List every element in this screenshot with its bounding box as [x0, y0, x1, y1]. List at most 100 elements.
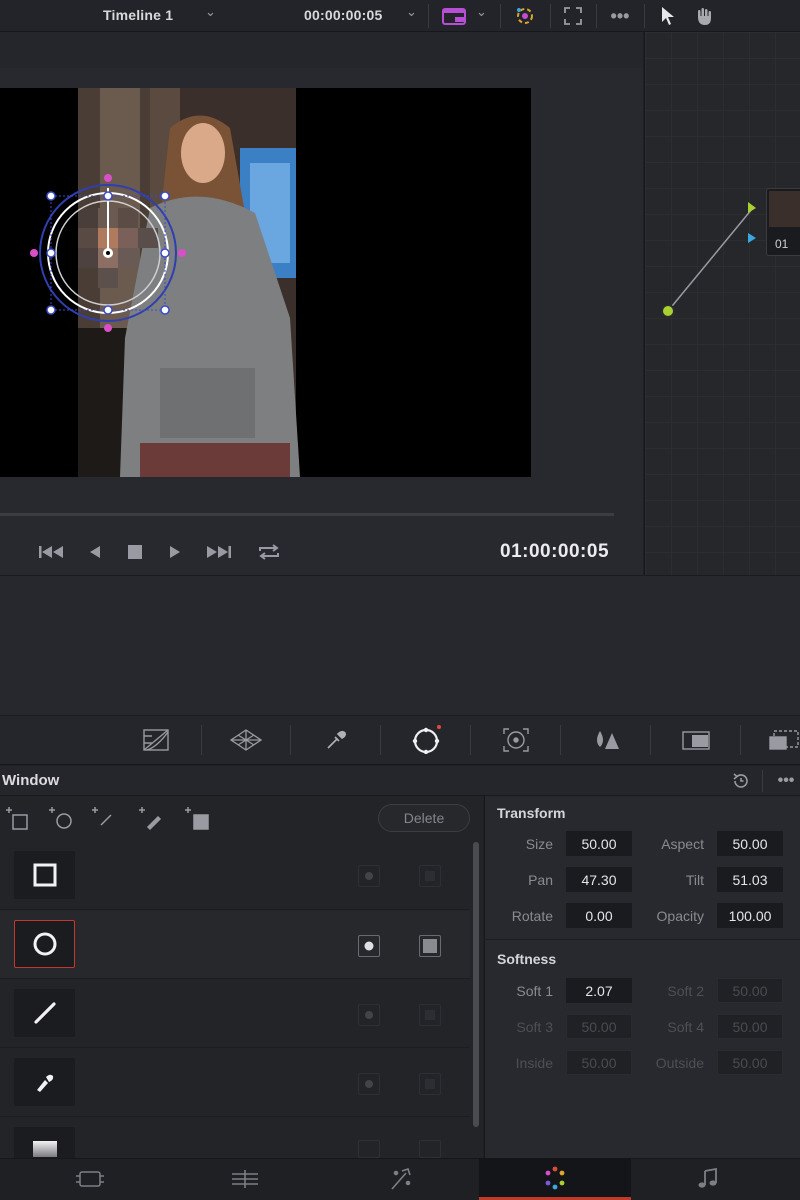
nav-fusion[interactable] — [360, 1158, 440, 1200]
window-list-scrollbar[interactable] — [473, 842, 479, 1127]
timecode-display[interactable]: 00:00:00:05 — [304, 7, 382, 23]
chevron-down-icon[interactable]: ⌄ — [476, 4, 487, 20]
color-page-icon — [545, 1166, 565, 1189]
add-pen-window-icon[interactable] — [136, 804, 166, 832]
add-square-window-icon[interactable] — [4, 804, 32, 832]
linear-icon — [33, 1002, 56, 1024]
curves-icon[interactable] — [140, 726, 172, 754]
node-01[interactable]: 01 — [766, 188, 800, 256]
jump-to-end-icon[interactable] — [204, 542, 232, 562]
media-page-icon — [76, 1171, 104, 1187]
timeline-scrubber[interactable] — [0, 513, 614, 516]
add-circle-window-icon[interactable] — [46, 804, 76, 832]
square-window-button[interactable] — [14, 851, 75, 899]
header-divider — [762, 770, 763, 792]
palette-divider — [380, 725, 381, 755]
circle-window-overlay — [30, 174, 186, 332]
palette-divider — [470, 725, 471, 755]
tilt-field[interactable]: 51.03 — [717, 867, 783, 892]
soft3-field[interactable]: 50.00 — [566, 1014, 632, 1039]
size-label: Size — [525, 836, 553, 852]
opacity-field[interactable]: 100.00 — [717, 903, 783, 928]
more-options-icon[interactable]: ••• — [606, 6, 634, 26]
nav-fairlight[interactable] — [668, 1158, 748, 1200]
jump-to-start-icon[interactable] — [38, 542, 66, 562]
stop-icon[interactable] — [126, 542, 144, 562]
empty-panel — [0, 575, 800, 715]
pan-field[interactable]: 47.30 — [566, 867, 632, 892]
play-reverse-icon[interactable] — [86, 542, 104, 562]
soft2-field[interactable]: 50.00 — [717, 978, 783, 1003]
inside-field[interactable]: 50.00 — [566, 1050, 632, 1075]
circle-window-button[interactable] — [14, 920, 75, 968]
timeline-name-dropdown[interactable]: Timeline 1 — [103, 7, 173, 23]
aspect-field[interactable]: 50.00 — [717, 831, 783, 856]
window-enable-toggle[interactable] — [358, 1004, 380, 1026]
play-icon[interactable] — [166, 542, 184, 562]
hand-tool-icon[interactable] — [692, 5, 716, 27]
transform-section-title: Transform — [497, 805, 566, 821]
chevron-down-icon[interactable]: ⌄ — [205, 4, 216, 20]
window-enable-toggle[interactable] — [358, 865, 380, 887]
window-invert-toggle[interactable] — [419, 935, 441, 957]
nav-edit[interactable] — [205, 1158, 285, 1200]
gradient-icon — [32, 1141, 57, 1157]
outside-field[interactable]: 50.00 — [717, 1050, 783, 1075]
soft2-label: Soft 2 — [667, 983, 704, 999]
size-field[interactable]: 50.00 — [566, 831, 632, 856]
window-invert-toggle[interactable] — [419, 865, 441, 887]
delete-window-button[interactable]: Delete — [378, 804, 470, 832]
opacity-label: Opacity — [656, 908, 704, 924]
qualifier-eyedropper-icon[interactable] — [322, 726, 350, 754]
palette-divider — [560, 725, 561, 755]
node-label: 01 — [775, 237, 789, 251]
section-divider — [486, 939, 800, 940]
linear-window-button[interactable] — [14, 989, 75, 1037]
edit-page-icon — [232, 1170, 258, 1188]
toolbar-divider — [596, 4, 597, 28]
circle-icon — [33, 932, 56, 956]
window-panel-header — [0, 766, 800, 796]
color-wheel-icon[interactable] — [512, 4, 538, 28]
window-invert-toggle[interactable] — [419, 1140, 441, 1158]
pen-window-button[interactable] — [14, 1058, 75, 1106]
viewer-mode-icon[interactable] — [440, 5, 470, 27]
blur-icon[interactable] — [590, 726, 622, 754]
node-thumbnail — [769, 191, 800, 227]
nav-media[interactable] — [50, 1158, 130, 1200]
window-tool-icon[interactable] — [408, 722, 444, 756]
pointer-tool-icon[interactable] — [658, 5, 678, 27]
pan-label: Pan — [528, 872, 553, 888]
outside-label: Outside — [655, 1055, 704, 1071]
soft4-field[interactable]: 50.00 — [717, 1014, 783, 1039]
tracker-icon[interactable] — [500, 726, 532, 754]
palette-divider — [290, 725, 291, 755]
fullscreen-icon[interactable] — [562, 5, 584, 27]
loop-icon[interactable] — [254, 541, 284, 563]
add-linear-window-icon[interactable] — [90, 804, 118, 832]
window-invert-toggle[interactable] — [419, 1004, 441, 1026]
window-invert-toggle[interactable] — [419, 1073, 441, 1095]
nav-color[interactable] — [479, 1158, 631, 1200]
soft1-field[interactable]: 2.07 — [566, 978, 632, 1003]
fusion-page-icon — [391, 1167, 411, 1190]
rotate-label: Rotate — [511, 908, 553, 924]
key-icon[interactable] — [680, 726, 714, 754]
color-warper-icon[interactable] — [228, 726, 264, 754]
window-enable-toggle[interactable] — [358, 1140, 380, 1158]
palette-divider — [650, 725, 651, 755]
window-enable-toggle[interactable] — [358, 935, 380, 957]
window-enable-toggle[interactable] — [358, 1073, 380, 1095]
add-gradient-window-icon[interactable] — [182, 804, 212, 832]
reset-icon[interactable] — [730, 770, 752, 792]
gradient-window-button[interactable] — [14, 1127, 75, 1158]
playhead-timecode: 01:00:00:05 — [500, 541, 610, 562]
sizing-icon[interactable] — [768, 726, 800, 754]
rotate-field[interactable]: 0.00 — [566, 903, 632, 928]
soft4-label: Soft 4 — [667, 1019, 704, 1035]
more-options-icon[interactable]: ••• — [772, 771, 800, 791]
video-frame[interactable] — [0, 88, 531, 477]
chevron-down-icon[interactable]: ⌄ — [406, 4, 417, 20]
softness-section-title: Softness — [497, 951, 557, 967]
aspect-label: Aspect — [661, 836, 704, 852]
